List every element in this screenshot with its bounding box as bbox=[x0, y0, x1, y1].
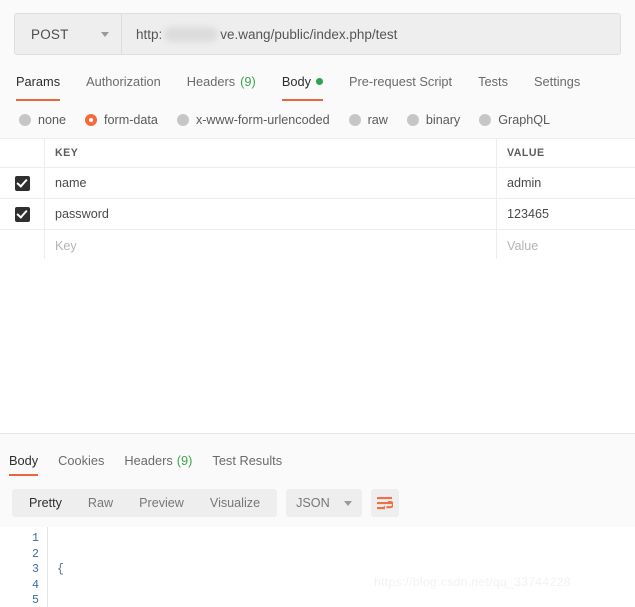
view-mode-group: Pretty Raw Preview Visualize bbox=[12, 489, 278, 517]
body-modified-dot-icon bbox=[315, 77, 323, 85]
tab-headers-label: Headers bbox=[186, 73, 236, 89]
view-mode-pretty[interactable]: Pretty bbox=[16, 489, 75, 517]
view-mode-preview[interactable]: Preview bbox=[126, 489, 197, 517]
response-tab-cookies-label: Cookies bbox=[58, 452, 105, 468]
word-wrap-button[interactable] bbox=[370, 489, 399, 517]
table-row-empty: Key Value bbox=[0, 230, 635, 261]
body-type-form-data[interactable]: form-data bbox=[85, 113, 158, 127]
response-tab-headers-label: Headers bbox=[124, 452, 173, 468]
code-line-1: { bbox=[57, 562, 635, 578]
response-body-code[interactable]: { "code": 200, "data": "ss", "msg": "密码正… bbox=[48, 527, 635, 607]
table-row: password 123465 bbox=[0, 199, 635, 230]
response-format-select[interactable]: JSON bbox=[286, 489, 362, 517]
response-tab-test-results[interactable]: Test Results bbox=[212, 446, 282, 474]
response-format-toolbar: Pretty Raw Preview Visualize JSON bbox=[12, 489, 399, 517]
body-type-binary[interactable]: binary bbox=[406, 113, 461, 127]
response-tab-headers[interactable]: Headers (9) bbox=[124, 446, 192, 474]
body-type-none-label: none bbox=[38, 113, 67, 127]
line-number: 4 bbox=[32, 578, 39, 592]
url-redacted-blur bbox=[164, 26, 219, 42]
body-type-graphql[interactable]: GraphQL bbox=[479, 113, 550, 127]
row-value-input[interactable]: admin bbox=[497, 168, 635, 198]
tab-pre-request-script[interactable]: Pre-request Script bbox=[349, 64, 452, 98]
tab-params[interactable]: Params bbox=[16, 64, 61, 101]
word-wrap-icon bbox=[377, 496, 394, 510]
line-number: 3 bbox=[32, 563, 39, 577]
response-tab-body-label: Body bbox=[9, 452, 39, 468]
chevron-down-icon bbox=[101, 31, 109, 37]
row-key-input[interactable]: name bbox=[45, 168, 497, 198]
tab-settings[interactable]: Settings bbox=[534, 64, 580, 98]
view-mode-visualize[interactable]: Visualize bbox=[197, 489, 273, 517]
row-key-input[interactable]: password bbox=[45, 199, 497, 229]
body-type-urlencoded[interactable]: x-www-form-urlencoded bbox=[176, 113, 330, 127]
table-header-key: KEY bbox=[45, 139, 497, 167]
response-tab-body[interactable]: Body bbox=[9, 446, 39, 476]
table-row: name admin bbox=[0, 168, 635, 199]
line-number: 1 bbox=[32, 532, 39, 545]
response-tab-test-results-label: Test Results bbox=[212, 452, 283, 468]
response-tab-cookies[interactable]: Cookies bbox=[58, 446, 104, 474]
body-type-urlencoded-label: x-www-form-urlencoded bbox=[195, 113, 330, 127]
request-tabs: Params Authorization Headers (9) Body Pr… bbox=[0, 64, 635, 101]
json-brace-open: { bbox=[57, 563, 64, 577]
row-value-input[interactable]: 123465 bbox=[497, 199, 635, 229]
body-type-binary-label: binary bbox=[425, 113, 461, 127]
http-method-label: POST bbox=[31, 26, 69, 42]
response-format-label: JSON bbox=[296, 496, 330, 510]
body-type-raw[interactable]: raw bbox=[348, 113, 388, 127]
line-number-gutter: 1 2 3 4 5 bbox=[0, 527, 48, 607]
row-key-input-empty[interactable]: Key bbox=[45, 230, 497, 261]
request-body-empty-area bbox=[0, 259, 635, 434]
body-type-graphql-label: GraphQL bbox=[498, 113, 551, 127]
table-header-row: KEY VALUE bbox=[0, 139, 635, 168]
line-number: 2 bbox=[32, 547, 39, 561]
radio-icon bbox=[348, 114, 361, 126]
url-suffix-text: ve.wang/public/index.php/test bbox=[220, 26, 398, 42]
response-tabs: Body Cookies Headers (9) Test Results bbox=[0, 446, 635, 476]
checkbox-checked-icon[interactable] bbox=[14, 175, 30, 191]
table-header-value: VALUE bbox=[507, 147, 545, 159]
response-body-viewer[interactable]: 1 2 3 4 5 { "code": 200, "data": "ss", "… bbox=[0, 527, 635, 607]
body-type-form-data-label: form-data bbox=[104, 113, 158, 127]
radio-icon bbox=[19, 114, 31, 126]
radio-icon bbox=[176, 114, 189, 126]
row-checkbox-cell[interactable] bbox=[0, 199, 45, 229]
body-type-raw-label: raw bbox=[367, 113, 388, 127]
view-mode-raw[interactable]: Raw bbox=[75, 489, 126, 517]
tab-body[interactable]: Body bbox=[281, 64, 324, 101]
tab-settings-label: Settings bbox=[533, 73, 581, 89]
line-number: 5 bbox=[32, 594, 39, 607]
request-url-input[interactable]: http: ve.wang/public/index.php/test bbox=[122, 14, 620, 54]
form-data-table: KEY VALUE name admin password 123465 Key… bbox=[0, 138, 635, 262]
row-checkbox-cell[interactable] bbox=[0, 168, 45, 198]
tab-pre-request-script-label: Pre-request Script bbox=[348, 73, 453, 89]
table-header-checkbox-cell bbox=[0, 139, 45, 167]
response-tab-headers-count: (9) bbox=[176, 452, 193, 468]
radio-selected-icon bbox=[85, 114, 98, 126]
body-type-radio-group: none form-data x-www-form-urlencoded raw… bbox=[0, 104, 635, 136]
postman-window: POST http: ve.wang/public/index.php/test … bbox=[0, 0, 635, 607]
body-type-none[interactable]: none bbox=[19, 113, 66, 127]
chevron-down-icon bbox=[343, 500, 352, 506]
tab-authorization[interactable]: Authorization bbox=[86, 64, 161, 98]
radio-icon bbox=[479, 114, 492, 126]
tab-params-label: Params bbox=[16, 73, 61, 89]
row-checkbox-cell[interactable] bbox=[0, 230, 45, 261]
tab-headers[interactable]: Headers (9) bbox=[187, 64, 256, 98]
checkbox-checked-icon[interactable] bbox=[14, 206, 30, 222]
tab-tests[interactable]: Tests bbox=[478, 64, 508, 98]
tab-authorization-label: Authorization bbox=[86, 73, 161, 89]
row-value-input-empty[interactable]: Value bbox=[497, 230, 635, 261]
tab-body-label: Body bbox=[281, 73, 311, 89]
url-prefix-text: http: bbox=[136, 26, 163, 42]
radio-icon bbox=[406, 114, 419, 126]
http-method-select[interactable]: POST bbox=[15, 14, 122, 54]
tab-headers-count: (9) bbox=[240, 73, 256, 89]
tab-tests-label: Tests bbox=[478, 73, 508, 89]
request-url-bar: POST http: ve.wang/public/index.php/test bbox=[14, 13, 621, 55]
